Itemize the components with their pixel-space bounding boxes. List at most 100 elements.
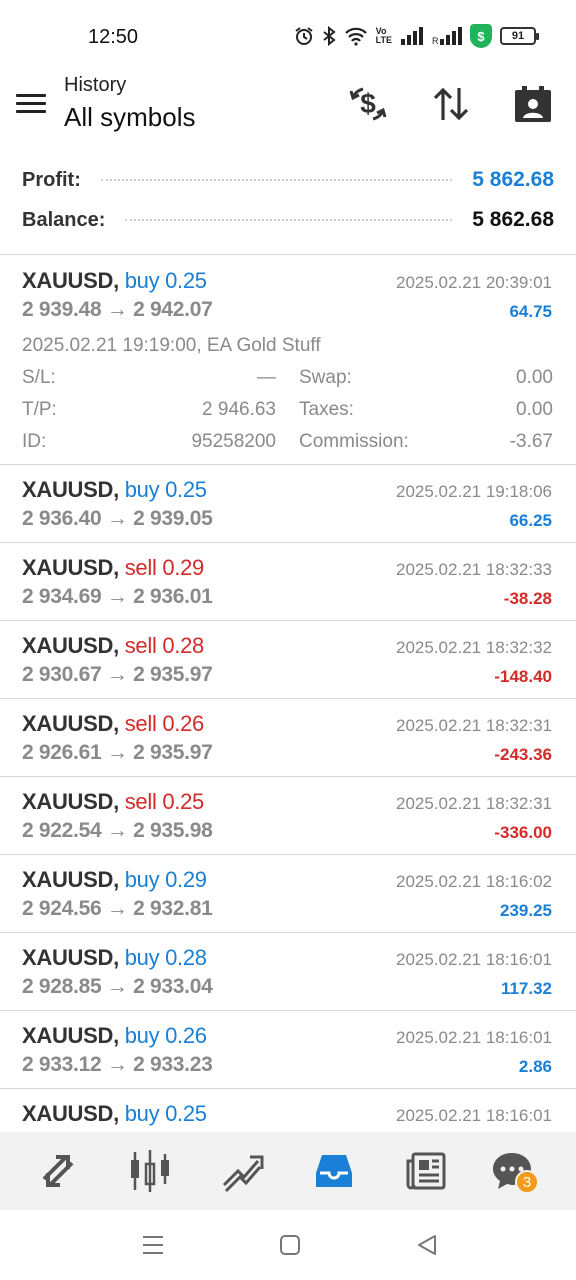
trade-close-time: 2025.02.21 18:32:33 (396, 560, 552, 579)
trade-profit: -38.28 (503, 589, 552, 608)
menu-icon-bar (16, 94, 46, 97)
trade-prices: 2 934.69 → 2 936.01 (22, 585, 213, 608)
svg-text:R: R (432, 36, 439, 45)
trade-symbol-line: XAUUSD, buy 0.29 (22, 867, 207, 893)
nav-trade[interactable] (217, 1146, 267, 1196)
trade-symbol: XAUUSD, (22, 945, 119, 970)
svg-text:$: $ (360, 88, 376, 119)
trade-row[interactable]: XAUUSD, buy 0.28 2 928.85 → 2 933.04 202… (0, 933, 576, 1011)
summary-divider (0, 254, 576, 255)
trade-open-info: 2025.02.21 19:19:00, EA Gold Stuff (22, 335, 321, 356)
trade-prices: 2 928.85 → 2 933.04 (22, 975, 213, 998)
trade-prices: 2 926.61 → 2 935.97 (22, 741, 213, 764)
trade-row[interactable]: XAUUSD, buy 0.26 2 933.12 → 2 933.23 202… (0, 1011, 576, 1089)
balance-row: Balance: 5 862.68 (22, 202, 554, 238)
nav-chart[interactable] (125, 1146, 175, 1196)
trade-close-time: 2025.02.21 18:16:01 (396, 1028, 552, 1047)
trade-symbol: XAUUSD, (22, 555, 119, 580)
swap-value: 0.00 (516, 367, 553, 388)
trade-symbol: XAUUSD, (22, 789, 119, 814)
currency-exchange-icon: $ (349, 87, 387, 121)
calendar-button[interactable] (511, 82, 555, 126)
commission-value: -3.67 (509, 431, 553, 452)
trade-symbol-line: XAUUSD, buy 0.26 (22, 1023, 207, 1049)
sort-button[interactable] (429, 82, 473, 126)
volte-icon: Vo LTE (375, 26, 392, 45)
id-value: 95258200 (191, 431, 276, 452)
trade-prices: 2 936.40 → 2 939.05 (22, 507, 213, 530)
taxes-label: Taxes: (299, 399, 354, 420)
trade-symbol-line: XAUUSD, buy 0.25 (22, 1101, 207, 1127)
trade-close-time: 2025.02.21 18:16:02 (396, 872, 552, 891)
trade-prices: 2 922.54 → 2 935.98 (22, 819, 213, 842)
nav-quotes[interactable] (33, 1146, 83, 1196)
trade-symbol-line: XAUUSD, sell 0.25 (22, 789, 204, 815)
trade-type: buy 0.25 (124, 477, 207, 502)
trade-row-expanded[interactable]: XAUUSD, buy 0.25 2 939.48 → 2 942.07 202… (0, 256, 576, 465)
trade-close-time: 2025.02.21 18:16:01 (396, 950, 552, 969)
calendar-icon (515, 86, 551, 122)
trade-prices: 2 930.67 → 2 935.97 (22, 663, 213, 686)
trade-type: buy 0.25 (124, 1101, 207, 1126)
trade-type: sell 0.29 (124, 555, 205, 580)
trade-symbol-line: XAUUSD, buy 0.28 (22, 945, 207, 971)
wifi-icon (344, 26, 368, 46)
nav-history[interactable] (309, 1146, 359, 1196)
trade-symbol: XAUUSD, (22, 711, 119, 736)
trade-row[interactable]: XAUUSD, buy 0.25 2 936.40 → 2 939.05 202… (0, 465, 576, 543)
trade-profit: -336.00 (494, 823, 552, 842)
bottom-navigation: 3 (0, 1132, 576, 1210)
sl-label: S/L: (22, 367, 56, 388)
status-bar: 12:50 Vo LTE R $ 91 (0, 0, 576, 72)
trade-row[interactable]: XAUUSD, buy 0.29 2 924.56 → 2 932.81 202… (0, 855, 576, 933)
sl-value: — (257, 367, 276, 388)
trade-row[interactable]: XAUUSD, sell 0.25 2 922.54 → 2 935.98 20… (0, 777, 576, 855)
symbol-filter-title[interactable]: All symbols (64, 102, 195, 133)
trade-history-list[interactable]: XAUUSD, buy 0.25 2 939.48 → 2 942.07 202… (0, 256, 576, 1132)
alarm-icon (294, 26, 314, 46)
trade-close-time: 2025.02.21 18:32:31 (396, 794, 552, 813)
tp-value: 2 946.63 (202, 399, 276, 420)
recents-button[interactable] (138, 1232, 168, 1258)
status-time: 12:50 (88, 26, 139, 48)
news-icon (406, 1152, 446, 1190)
tp-label: T/P: (22, 399, 57, 420)
trade-profit: 2.86 (518, 1057, 552, 1076)
trade-row[interactable]: XAUUSD, sell 0.29 2 934.69 → 2 936.01 20… (0, 543, 576, 621)
menu-button[interactable] (16, 90, 48, 118)
trade-symbol-line: XAUUSD, sell 0.26 (22, 711, 204, 737)
trade-profit: 239.25 (500, 901, 552, 920)
trade-symbol-line: XAUUSD, buy 0.25 (22, 477, 207, 503)
trade-symbol: XAUUSD, (22, 867, 119, 892)
page-subtitle: History (64, 74, 127, 96)
nav-news[interactable] (401, 1146, 451, 1196)
trade-row[interactable]: XAUUSD, sell 0.28 2 930.67 → 2 935.97 20… (0, 621, 576, 699)
security-shield-icon: $ (470, 24, 492, 48)
trade-profit: 117.32 (500, 979, 552, 998)
id-label: ID: (22, 431, 47, 452)
trade-type: sell 0.25 (124, 789, 205, 814)
back-button[interactable] (412, 1232, 442, 1258)
trade-type: buy 0.25 (124, 268, 207, 293)
sort-icon (433, 87, 469, 121)
currency-exchange-button[interactable]: $ (346, 82, 390, 126)
chat-badge: 3 (515, 1170, 539, 1194)
trade-profit: 66.25 (509, 511, 552, 530)
account-summary: Profit: 5 862.68 Balance: 5 862.68 (0, 160, 576, 254)
back-icon (418, 1235, 436, 1255)
profit-label: Profit: (22, 168, 81, 191)
menu-icon-bar (16, 110, 46, 113)
history-icon (316, 1155, 352, 1187)
trade-symbol-line: XAUUSD, buy 0.25 (22, 268, 207, 294)
trade-row[interactable]: XAUUSD, sell 0.26 2 926.61 → 2 935.97 20… (0, 699, 576, 777)
nav-chat[interactable]: 3 (487, 1146, 539, 1196)
home-button[interactable] (275, 1232, 305, 1258)
bluetooth-icon (322, 26, 336, 46)
battery-indicator: 91 (500, 27, 539, 45)
trade-row[interactable]: XAUUSD, buy 0.25 2025.02.21 18:16:01 (0, 1089, 576, 1132)
commission-label: Commission: (299, 431, 409, 452)
home-icon (280, 1235, 300, 1255)
trade-symbol: XAUUSD, (22, 633, 119, 658)
profit-value: 5 862.68 (472, 168, 554, 191)
trade-close-time: 2025.02.21 19:18:06 (396, 482, 552, 501)
